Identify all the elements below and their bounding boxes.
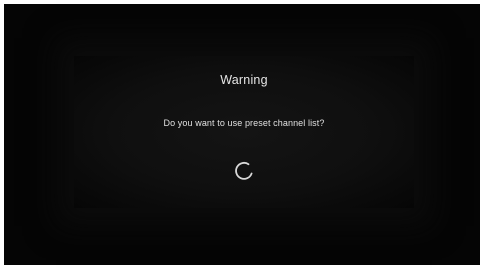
dialog-title: Warning <box>220 73 268 87</box>
loading-spinner-icon <box>235 161 253 180</box>
dialog-message: Do you want to use preset channel list? <box>163 118 325 128</box>
head-unit-screen: Warning Do you want to use preset channe… <box>4 4 480 265</box>
warning-dialog: Warning Do you want to use preset channe… <box>74 56 414 208</box>
